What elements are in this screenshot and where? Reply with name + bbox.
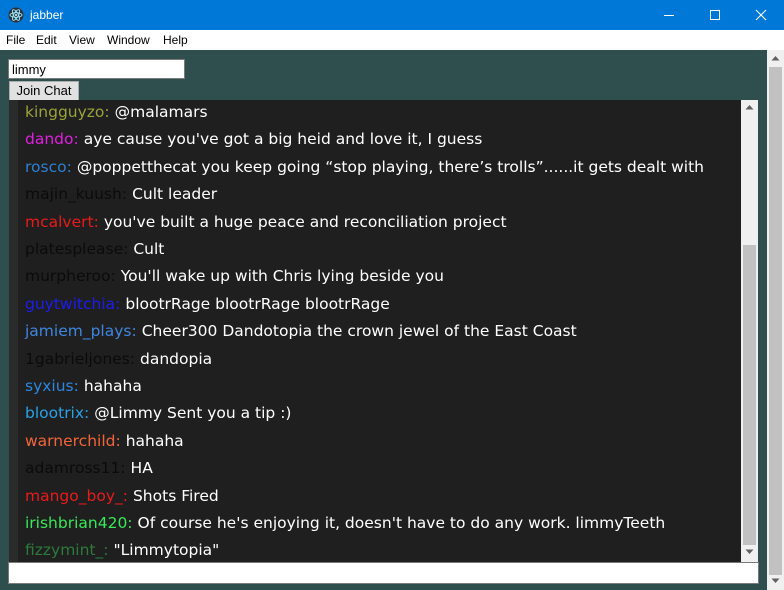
chat-message-text: aye cause you've got a big heid and love… <box>83 130 483 149</box>
scroll-up-arrow-icon[interactable] <box>745 104 754 110</box>
chat-username[interactable]: majin_kuush: <box>25 185 127 203</box>
chat-message-text: @Limmy Sent you a tip :) <box>94 404 292 423</box>
chat-message: platesplease: Cult <box>25 239 164 261</box>
chat-message: warnerchild: hahaha <box>25 431 184 453</box>
chat-message-text: blootrRage blootrRage blootrRage <box>125 294 390 313</box>
window-title: jabber <box>30 8 64 22</box>
chat-username[interactable]: 1gabrieljones: <box>25 350 135 368</box>
chat-message-text: Shots Fired <box>132 486 219 505</box>
chat-username[interactable]: guytwitchia: <box>25 295 120 313</box>
chat-message-text: @malamars <box>114 103 208 121</box>
chat-message-text: Cult <box>133 240 165 258</box>
chat-message: majin_kuush: Cult leader <box>25 184 217 206</box>
chat-message-text: "Limmytopia" <box>113 541 220 560</box>
chat-scroll-thumb[interactable] <box>743 245 756 545</box>
chat-messages-panel: kingguyzo: @malamars dando: aye cause you'v… <box>9 100 758 562</box>
close-icon <box>755 9 767 21</box>
menu-edit[interactable]: Edit <box>36 33 57 47</box>
maximize-icon <box>710 10 720 20</box>
chat-message-text: @poppetthecat you keep going “stop playi… <box>76 157 705 176</box>
chat-message-text: Cult leader <box>132 185 218 204</box>
chat-message-input[interactable] <box>8 562 759 584</box>
chat-username[interactable]: rosco: <box>25 158 72 176</box>
minimize-button[interactable] <box>646 0 692 30</box>
chat-username[interactable]: platesplease: <box>25 240 128 258</box>
title-bar: jabber <box>0 0 784 30</box>
chat-username[interactable]: adamross11: <box>25 459 126 477</box>
chat-message: dando: aye cause you've got a big heid an… <box>25 129 482 151</box>
chat-message: blootrix: @Limmy Sent you a tip :) <box>25 403 291 425</box>
chat-message: kingguyzo: @malamars <box>25 102 208 124</box>
chat-message-text: hahaha <box>83 377 142 395</box>
menu-file[interactable]: File <box>6 33 25 47</box>
username-input[interactable] <box>8 59 185 79</box>
scroll-down-arrow-icon[interactable] <box>745 549 754 555</box>
chat-message-text: HA <box>130 459 153 478</box>
chat-message: murpheroo: You'll wake up with Chris lyin… <box>25 266 444 288</box>
chat-message: syxius: hahaha <box>25 376 142 398</box>
chat-message: guytwitchia: blootrRage blootrRage blootr… <box>25 294 390 316</box>
electron-atom-icon <box>8 7 24 23</box>
chat-message-text: you've built a huge peace and reconcilia… <box>103 212 507 231</box>
chat-username[interactable]: irishbrian420: <box>25 514 133 532</box>
window-scrollbar[interactable] <box>767 50 784 590</box>
close-button[interactable] <box>738 0 784 30</box>
chat-scrollbar[interactable] <box>741 100 758 562</box>
chat-username[interactable]: dando: <box>25 130 79 148</box>
chat-message-text: Of course he's enjoying it, doesn't have… <box>137 514 666 532</box>
chat-message: mcalvert: you've built a huge peace and r… <box>25 212 507 234</box>
chat-message: mango_boy_: Shots Fired <box>25 486 219 508</box>
menu-view[interactable]: View <box>69 33 95 47</box>
chat-username[interactable]: kingguyzo: <box>25 103 110 121</box>
menu-bar: File Edit View Window Help <box>0 30 784 50</box>
chat-username[interactable]: warnerchild: <box>25 432 121 450</box>
scroll-down-arrow-icon[interactable] <box>771 578 780 584</box>
chat-message: irishbrian420: Of course he's enjoying it… <box>25 513 665 535</box>
minimize-icon <box>664 15 674 16</box>
chat-message-text: hahaha <box>125 431 184 450</box>
menu-window[interactable]: Window <box>107 33 150 47</box>
chat-username[interactable]: mango_boy_: <box>25 487 128 505</box>
chat-message: 1gabrieljones: dandopia <box>25 349 212 371</box>
chat-message: fizzymint_: "Limmytopia" <box>25 540 219 562</box>
chat-message-text: Cheer300 Dandotopia the crown jewel of t… <box>141 322 577 341</box>
menu-help[interactable]: Help <box>163 33 188 47</box>
chat-username[interactable]: blootrix: <box>25 404 89 422</box>
chat-username[interactable]: jamiem_plays: <box>25 322 137 340</box>
chat-username[interactable]: mcalvert: <box>25 213 99 231</box>
chat-message-text: You'll wake up with Chris lying beside y… <box>120 267 444 286</box>
window-scroll-thumb[interactable] <box>769 67 782 575</box>
chat-message: adamross11: HA <box>25 458 153 480</box>
main-content: Join Chat kingguyzo:@malamars dando:aye c… <box>0 50 767 590</box>
chat-message: jamiem_plays: Cheer300 Dandotopia the cro… <box>25 321 577 343</box>
chat-username[interactable]: syxius: <box>25 377 79 395</box>
maximize-button[interactable] <box>692 0 738 30</box>
chat-username[interactable]: fizzymint_: <box>25 541 109 559</box>
chat-message: rosco: @poppetthecat you keep going “stop… <box>25 157 704 179</box>
chat-message-text: dandopia <box>140 349 213 368</box>
join-chat-button[interactable]: Join Chat <box>9 81 79 101</box>
scroll-up-arrow-icon[interactable] <box>771 55 780 61</box>
chat-gutter <box>9 100 18 562</box>
chat-username[interactable]: murpheroo: <box>25 267 116 285</box>
